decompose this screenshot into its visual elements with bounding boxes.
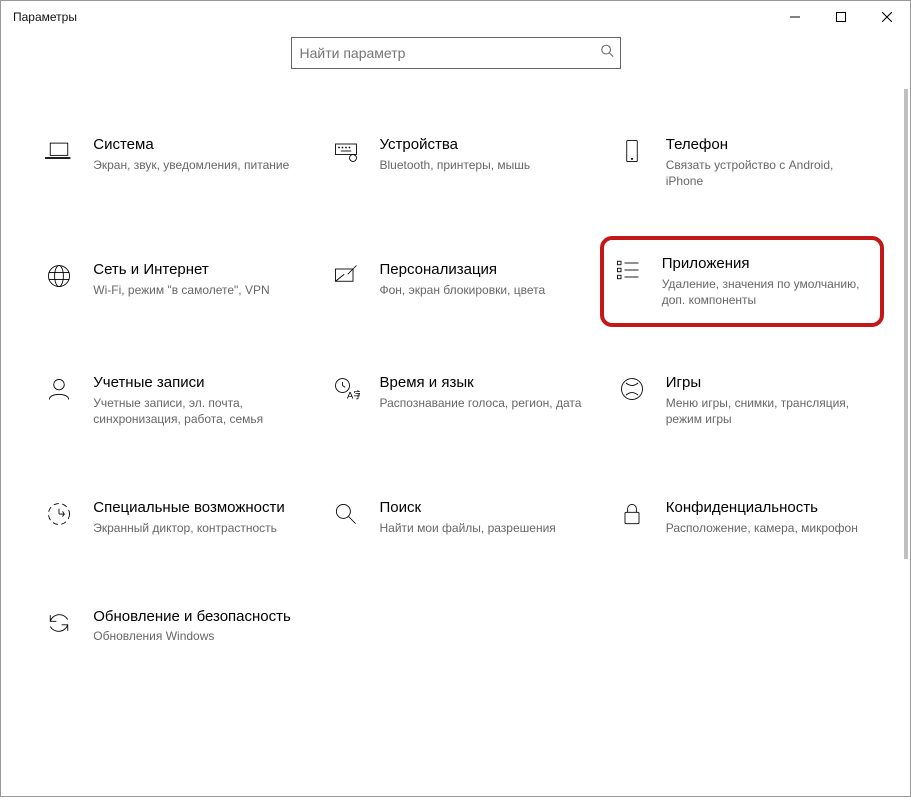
- category-ease-of-access[interactable]: Специальные возможности Экранный диктор,…: [39, 492, 299, 542]
- category-update-security[interactable]: Обновление и безопасность Обновления Win…: [39, 601, 299, 651]
- category-subtitle: Экранный диктор, контрастность: [93, 520, 295, 537]
- category-title: Специальные возможности: [93, 498, 295, 518]
- category-subtitle: Учетные записи, эл. почта, синхронизация…: [93, 395, 295, 429]
- category-subtitle: Экран, звук, уведомления, питание: [93, 157, 295, 174]
- category-gaming[interactable]: Игры Меню игры, снимки, трансляция, режи…: [612, 367, 872, 434]
- xbox-icon: [616, 373, 648, 405]
- category-network[interactable]: Сеть и Интернет Wi-Fi, режим "в самолете…: [39, 254, 299, 309]
- search-box[interactable]: [291, 37, 621, 69]
- category-title: Обновление и безопасность: [93, 607, 295, 627]
- sync-icon: [43, 607, 75, 639]
- svg-text:A字: A字: [346, 390, 359, 402]
- close-icon: [882, 12, 892, 22]
- ease-of-access-icon: [43, 498, 75, 530]
- laptop-icon: [43, 135, 75, 167]
- category-accounts[interactable]: Учетные записи Учетные записи, эл. почта…: [39, 367, 299, 434]
- category-title: Учетные записи: [93, 373, 295, 393]
- category-phone[interactable]: Телефон Связать устройство с Android, iP…: [612, 129, 872, 196]
- category-personalization[interactable]: Персонализация Фон, экран блокировки, цв…: [326, 254, 586, 309]
- search-category-icon: [330, 498, 362, 530]
- category-title: Конфиденциальность: [666, 498, 868, 518]
- category-subtitle: Меню игры, снимки, трансляция, режим игр…: [666, 395, 868, 429]
- lock-icon: [616, 498, 648, 530]
- keyboard-icon: [330, 135, 362, 167]
- minimize-button[interactable]: [772, 1, 818, 33]
- category-apps[interactable]: Приложения Удаление, значения по умолчан…: [600, 236, 884, 327]
- search-icon: [600, 44, 614, 63]
- category-subtitle: Распознавание голоса, регион, дата: [380, 395, 582, 412]
- minimize-icon: [790, 12, 800, 22]
- category-subtitle: Bluetooth, принтеры, мышь: [380, 157, 582, 174]
- category-title: Приложения: [662, 254, 872, 274]
- maximize-button[interactable]: [818, 1, 864, 33]
- scroll-area: Система Экран, звук, уведомления, питани…: [1, 89, 910, 812]
- category-title: Система: [93, 135, 295, 155]
- category-subtitle: Связать устройство с Android, iPhone: [666, 157, 868, 191]
- scrollbar[interactable]: [904, 89, 908, 812]
- maximize-icon: [836, 12, 846, 22]
- search-input[interactable]: [292, 38, 592, 68]
- globe-icon: [43, 260, 75, 292]
- category-subtitle: Удаление, значения по умолчанию, доп. ко…: [662, 276, 872, 310]
- personalize-icon: [330, 260, 362, 292]
- close-button[interactable]: [864, 1, 910, 33]
- category-subtitle: Найти мои файлы, разрешения: [380, 520, 582, 537]
- person-icon: [43, 373, 75, 405]
- category-title: Телефон: [666, 135, 868, 155]
- category-title: Сеть и Интернет: [93, 260, 295, 280]
- category-system[interactable]: Система Экран, звук, уведомления, питани…: [39, 129, 299, 196]
- category-title: Игры: [666, 373, 868, 393]
- category-subtitle: Расположение, камера, микрофон: [666, 520, 868, 537]
- category-search[interactable]: Поиск Найти мои файлы, разрешения: [326, 492, 586, 542]
- category-title: Поиск: [380, 498, 582, 518]
- window-title: Параметры: [13, 10, 77, 24]
- search-container: [1, 37, 910, 69]
- apps-icon: [612, 254, 644, 286]
- titlebar: Параметры: [1, 1, 910, 33]
- category-subtitle: Фон, экран блокировки, цвета: [380, 282, 582, 299]
- category-title: Время и язык: [380, 373, 582, 393]
- category-subtitle: Wi-Fi, режим "в самолете", VPN: [93, 282, 295, 299]
- window-controls: [772, 1, 910, 33]
- category-devices[interactable]: Устройства Bluetooth, принтеры, мышь: [326, 129, 586, 196]
- time-language-icon: A字: [330, 373, 362, 405]
- category-subtitle: Обновления Windows: [93, 628, 295, 645]
- scrollbar-thumb[interactable]: [904, 89, 908, 559]
- category-privacy[interactable]: Конфиденциальность Расположение, камера,…: [612, 492, 872, 542]
- categories-grid: Система Экран, звук, уведомления, питани…: [1, 89, 910, 671]
- category-title: Персонализация: [380, 260, 582, 280]
- category-time-language[interactable]: A字 Время и язык Распознавание голоса, ре…: [326, 367, 586, 434]
- category-title: Устройства: [380, 135, 582, 155]
- phone-icon: [616, 135, 648, 167]
